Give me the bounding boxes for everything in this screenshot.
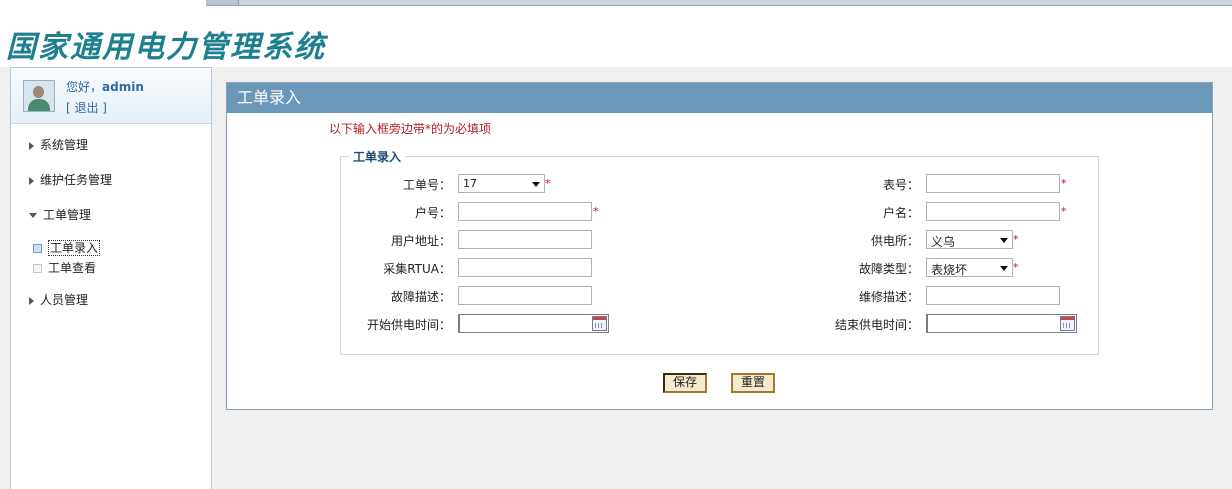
power-end-time-input[interactable] [926,314,1077,333]
label-user-address: 用户地址： [390,234,451,248]
triangle-right-icon [29,296,34,305]
required-mark: * [1061,205,1067,218]
sidebar-item-label: 工单管理 [43,208,92,222]
sidebar-subitem-view[interactable]: 工单查看 [33,259,96,276]
account-number-input[interactable] [458,202,592,221]
dropdown-arrow-icon [1000,238,1008,243]
sidebar-subitem-label: 工单查看 [48,261,97,275]
label-order-number: 工单号： [402,178,451,192]
label-power-end-time: 结束供电时间： [834,318,919,332]
sidebar-subitem-label: 工单录入 [48,240,101,256]
dropdown-arrow-icon [1000,266,1008,271]
square-bullet-icon [33,264,42,273]
fault-type-value: 表烧坏 [931,263,968,277]
label-power-station: 供电所： [870,234,919,248]
required-notice: 以下输入框旁边带*的为必填项 [329,122,492,136]
main-panel: 工单录入 以下输入框旁边带*的为必填项 工单录入 工单号： 户号： 用户地址： … [226,82,1213,410]
required-mark: * [1013,261,1019,274]
triangle-right-icon [29,141,34,150]
save-button[interactable]: 保存 [663,373,707,393]
repair-description-input[interactable] [926,286,1060,305]
sidebar-item-label: 维护任务管理 [40,173,113,187]
label-repair-description: 维修描述： [858,290,919,304]
logout-link[interactable]: [ 退出 ] [66,99,107,116]
label-power-start-time: 开始供电时间： [366,318,451,332]
user-avatar-icon [23,80,55,112]
rtua-input[interactable] [458,258,592,277]
fault-description-input[interactable] [458,286,592,305]
reset-button[interactable]: 重置 [731,373,775,393]
sidebar-item-workorder[interactable]: 工单管理 [29,206,91,223]
label-account-number: 户号： [414,206,451,220]
sidebar-item-system[interactable]: 系统管理 [29,136,88,153]
sidebar-item-label: 系统管理 [40,138,89,152]
label-rtua: 采集RTUA： [383,262,451,276]
app-title: 国家通用电力管理系统 [6,30,326,65]
dropdown-arrow-icon [532,182,540,187]
sidebar: 您好，admin [ 退出 ] 系统管理 维护任务管理 工单管理 工单录入 工单… [10,67,212,489]
order-number-value: 17 [463,177,477,190]
power-station-value: 义乌 [931,235,956,249]
meter-number-input[interactable] [926,174,1060,193]
app-header: 国家通用电力管理系统 [0,6,1232,67]
power-start-time-input[interactable] [458,314,609,333]
panel-title: 工单录入 [227,83,1212,113]
sidebar-item-staff[interactable]: 人员管理 [29,291,88,308]
account-name-input[interactable] [926,202,1060,221]
greeting-text: 您好， [66,80,103,94]
label-meter-number: 表号： [882,178,919,192]
sidebar-item-label: 人员管理 [40,293,89,307]
power-station-select[interactable]: 义乌 [926,230,1013,249]
tab-edge [206,0,239,5]
user-box: 您好，admin [ 退出 ] [11,68,211,124]
calendar-icon[interactable] [1060,316,1075,331]
user-address-input[interactable] [458,230,592,249]
user-greeting: 您好，admin [66,78,144,95]
label-account-name: 户名： [882,206,919,220]
order-number-select[interactable]: 17 [458,174,545,193]
sidebar-subitem-entry[interactable]: 工单录入 [33,239,101,256]
label-fault-description: 故障描述： [390,290,451,304]
required-mark: * [593,205,599,218]
required-mark: * [1013,233,1019,246]
fault-type-select[interactable]: 表烧坏 [926,258,1013,277]
triangle-right-icon [29,176,34,185]
required-mark: * [545,177,551,190]
label-fault-type: 故障类型： [858,262,919,276]
calendar-icon[interactable] [592,316,607,331]
required-mark: * [1061,177,1067,190]
form-fieldset: 工单录入 工单号： 户号： 用户地址： 采集RTUA： 故障描述： 开始供电时间… [340,148,1099,355]
triangle-down-icon [29,213,37,218]
square-bullet-icon [33,244,42,253]
sidebar-item-maintenance[interactable]: 维护任务管理 [29,171,112,188]
user-name: admin [102,80,144,94]
fieldset-legend: 工单录入 [349,148,406,165]
